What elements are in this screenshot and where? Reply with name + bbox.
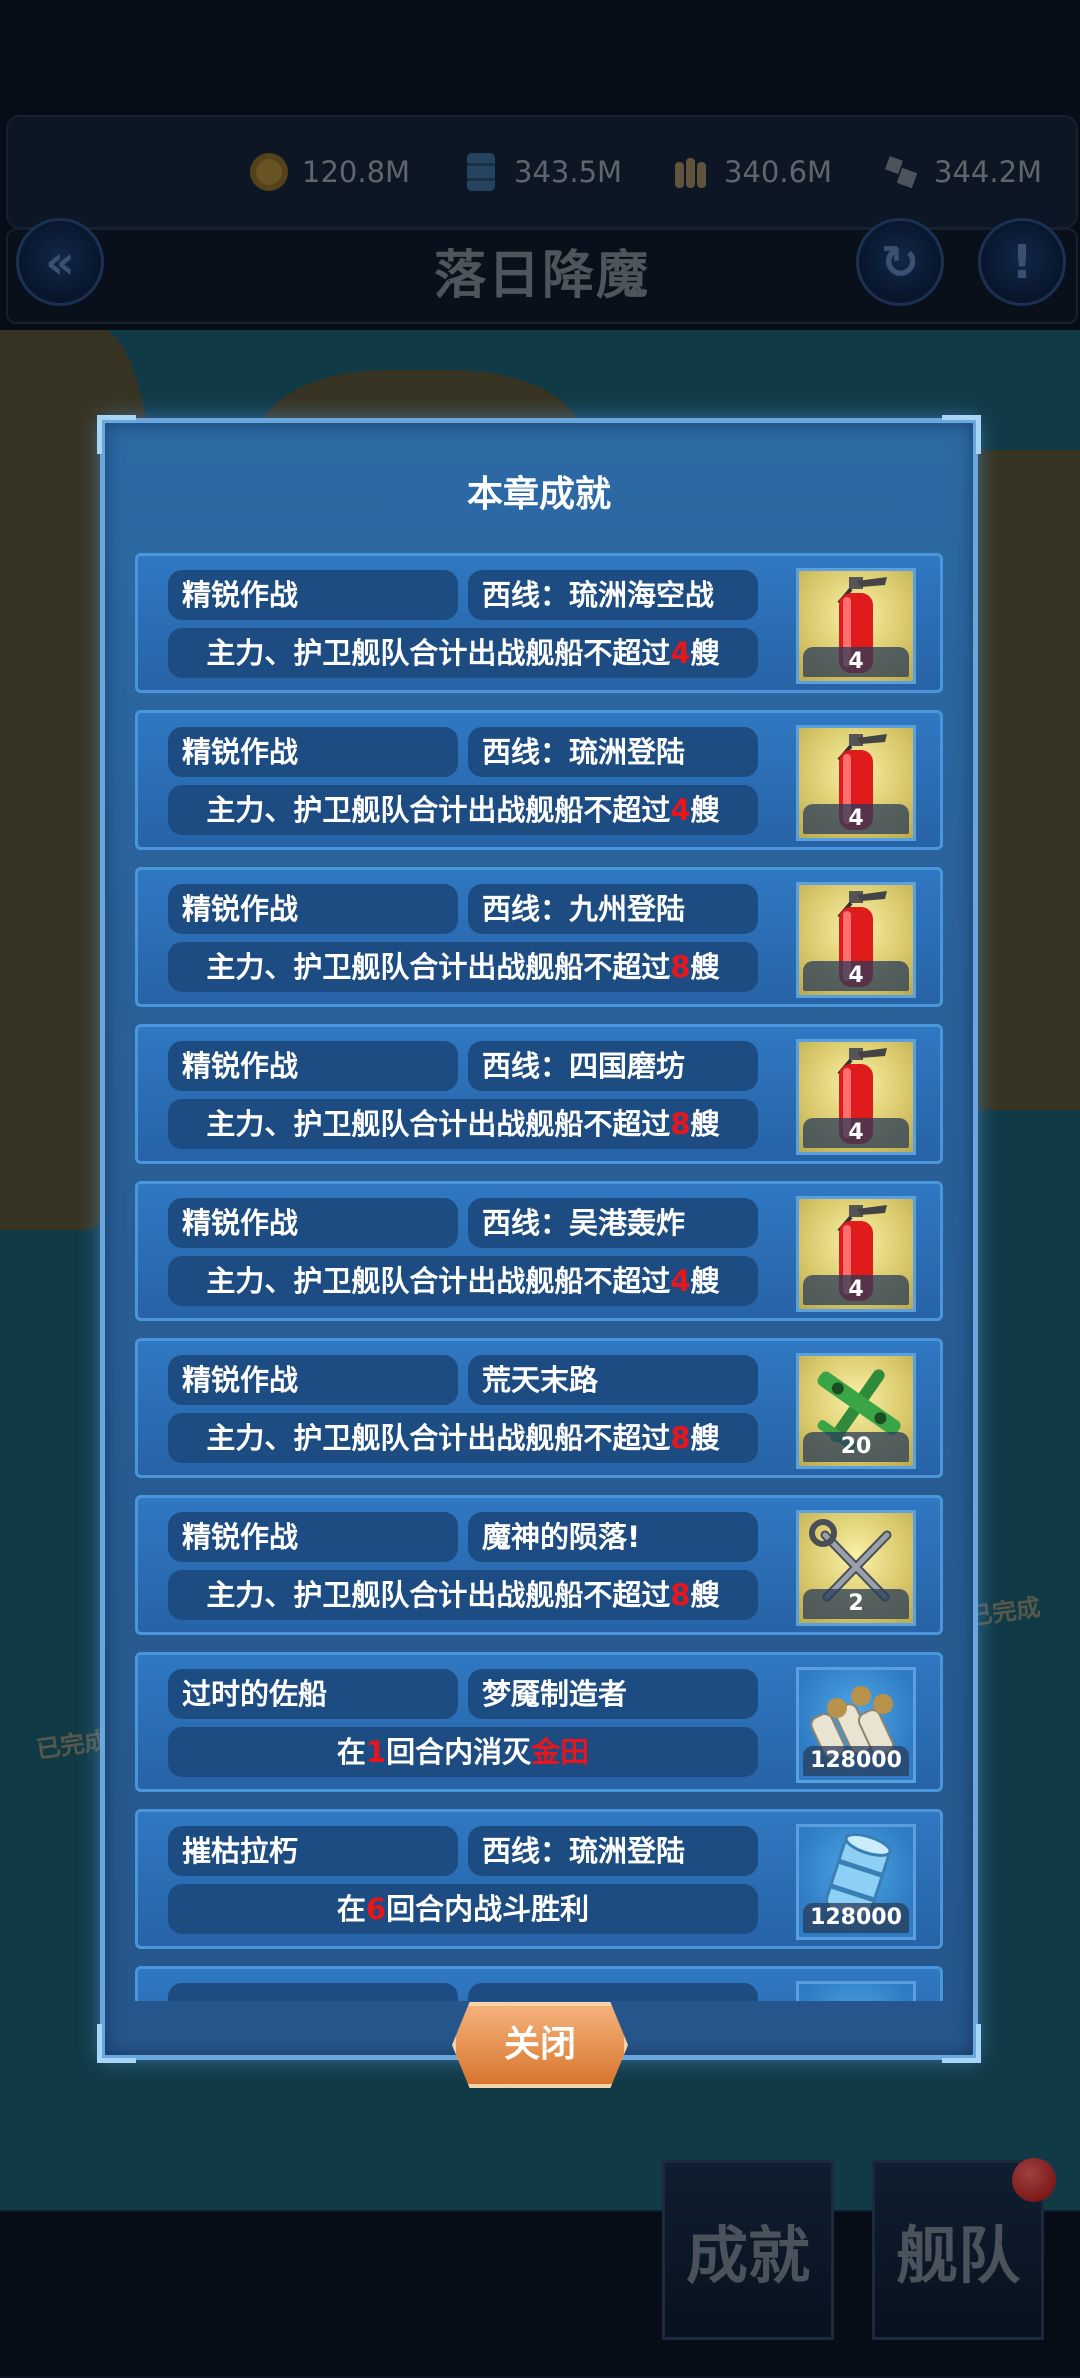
reward-quantity: 4 bbox=[803, 804, 909, 834]
reward-quantity: 4 bbox=[803, 647, 909, 677]
achievement-desc: 主力、护卫舰队合计出战舰船不超过4艘 bbox=[168, 1256, 758, 1306]
frame-corner bbox=[942, 2024, 981, 2063]
achievement-name: 精锐作战 bbox=[168, 1355, 458, 1405]
reward-quantity: 128000 bbox=[803, 1746, 909, 1776]
achievement-name: 精锐作战 bbox=[168, 727, 458, 777]
achievement-name: 精锐作战 bbox=[168, 1041, 458, 1091]
reward-item[interactable]: 128000 bbox=[796, 1824, 916, 1940]
frame-corner bbox=[942, 415, 981, 454]
achievement-row: 摧枯拉朽 西线：琉洲登陆 在6回合内战斗胜利 128000 bbox=[135, 1809, 943, 1949]
achievement-stage: 荒天末路 bbox=[468, 1355, 758, 1405]
reward-item[interactable]: 4 bbox=[796, 568, 916, 684]
achievement-row: 精锐作战 西线：吴港轰炸 主力、护卫舰队合计出战舰船不超过4艘 4 bbox=[135, 1181, 943, 1321]
close-button[interactable]: 关闭 bbox=[452, 2002, 628, 2088]
reward-quantity: 2 bbox=[803, 1589, 909, 1619]
achievement-name: 过时的佐船 bbox=[168, 1669, 458, 1719]
achievement-desc: 主力、护卫舰队合计出战舰船不超过8艘 bbox=[168, 1413, 758, 1463]
achievement-row bbox=[135, 1966, 943, 2001]
achievement-stage: 魔神的陨落! bbox=[468, 1512, 758, 1562]
reward-item[interactable] bbox=[796, 1981, 916, 2001]
achievement-stage: 西线：吴港轰炸 bbox=[468, 1198, 758, 1248]
achievement-stage bbox=[468, 1983, 758, 2001]
achievement-row: 精锐作战 魔神的陨落! 主力、护卫舰队合计出战舰船不超过8艘 2 bbox=[135, 1495, 943, 1635]
achievement-name: 精锐作战 bbox=[168, 884, 458, 934]
frame-corner bbox=[97, 415, 136, 454]
reward-item[interactable]: 4 bbox=[796, 882, 916, 998]
achievement-stage: 梦魇制造者 bbox=[468, 1669, 758, 1719]
achievement-desc: 主力、护卫舰队合计出战舰船不超过4艘 bbox=[168, 628, 758, 678]
achievement-stage: 西线：琉洲登陆 bbox=[468, 727, 758, 777]
achievement-desc: 主力、护卫舰队合计出战舰船不超过8艘 bbox=[168, 1570, 758, 1620]
achievement-desc: 主力、护卫舰队合计出战舰船不超过8艘 bbox=[168, 1099, 758, 1149]
reward-item[interactable]: 4 bbox=[796, 725, 916, 841]
reward-item[interactable]: 20 bbox=[796, 1353, 916, 1469]
achievement-stage: 西线：琉洲海空战 bbox=[468, 570, 758, 620]
achievement-desc: 主力、护卫舰队合计出战舰船不超过8艘 bbox=[168, 942, 758, 992]
dialog-title: 本章成就 bbox=[466, 474, 611, 515]
achievement-stage: 西线：九州登陆 bbox=[468, 884, 758, 934]
reward-quantity: 4 bbox=[803, 1118, 909, 1148]
achievement-dialog: 本章成就 精锐作战 西线：琉洲海空战 主力、护卫舰队合计出战舰船不超过4艘 4 … bbox=[97, 415, 981, 2063]
achievement-name: 摧枯拉朽 bbox=[168, 1826, 458, 1876]
reward-quantity: 128000 bbox=[803, 1903, 909, 1933]
reward-item[interactable]: 4 bbox=[796, 1039, 916, 1155]
achievement-name: 精锐作战 bbox=[168, 1198, 458, 1248]
achievement-row: 精锐作战 西线：九州登陆 主力、护卫舰队合计出战舰船不超过8艘 4 bbox=[135, 867, 943, 1007]
achievement-list[interactable]: 精锐作战 西线：琉洲海空战 主力、护卫舰队合计出战舰船不超过4艘 4 精锐作战 … bbox=[135, 553, 945, 2001]
achievement-stage: 西线：琉洲登陆 bbox=[468, 1826, 758, 1876]
achievement-row: 精锐作战 荒天末路 主力、护卫舰队合计出战舰船不超过8艘 20 bbox=[135, 1338, 943, 1478]
achievement-name: 精锐作战 bbox=[168, 570, 458, 620]
reward-item[interactable]: 128000 bbox=[796, 1667, 916, 1783]
achievement-desc: 在6回合内战斗胜利 bbox=[168, 1884, 758, 1934]
achievement-desc: 主力、护卫舰队合计出战舰船不超过4艘 bbox=[168, 785, 758, 835]
reward-quantity: 4 bbox=[803, 961, 909, 991]
reward-item[interactable]: 4 bbox=[796, 1196, 916, 1312]
reward-quantity: 20 bbox=[803, 1432, 909, 1462]
achievement-row: 精锐作战 西线：琉洲登陆 主力、护卫舰队合计出战舰船不超过4艘 4 bbox=[135, 710, 943, 850]
achievement-desc: 在1回合内消灭金田 bbox=[168, 1727, 758, 1777]
reward-quantity: 4 bbox=[803, 1275, 909, 1305]
reward-item[interactable]: 2 bbox=[796, 1510, 916, 1626]
achievement-row: 精锐作战 西线：四国磨坊 主力、护卫舰队合计出战舰船不超过8艘 4 bbox=[135, 1024, 943, 1164]
achievement-row: 精锐作战 西线：琉洲海空战 主力、护卫舰队合计出战舰船不超过4艘 4 bbox=[135, 553, 943, 693]
achievement-name bbox=[168, 1983, 458, 2001]
achievement-row: 过时的佐船 梦魇制造者 在1回合内消灭金田 128000 bbox=[135, 1652, 943, 1792]
frame-corner bbox=[97, 2024, 136, 2063]
achievement-name: 精锐作战 bbox=[168, 1512, 458, 1562]
achievement-stage: 西线：四国磨坊 bbox=[468, 1041, 758, 1091]
